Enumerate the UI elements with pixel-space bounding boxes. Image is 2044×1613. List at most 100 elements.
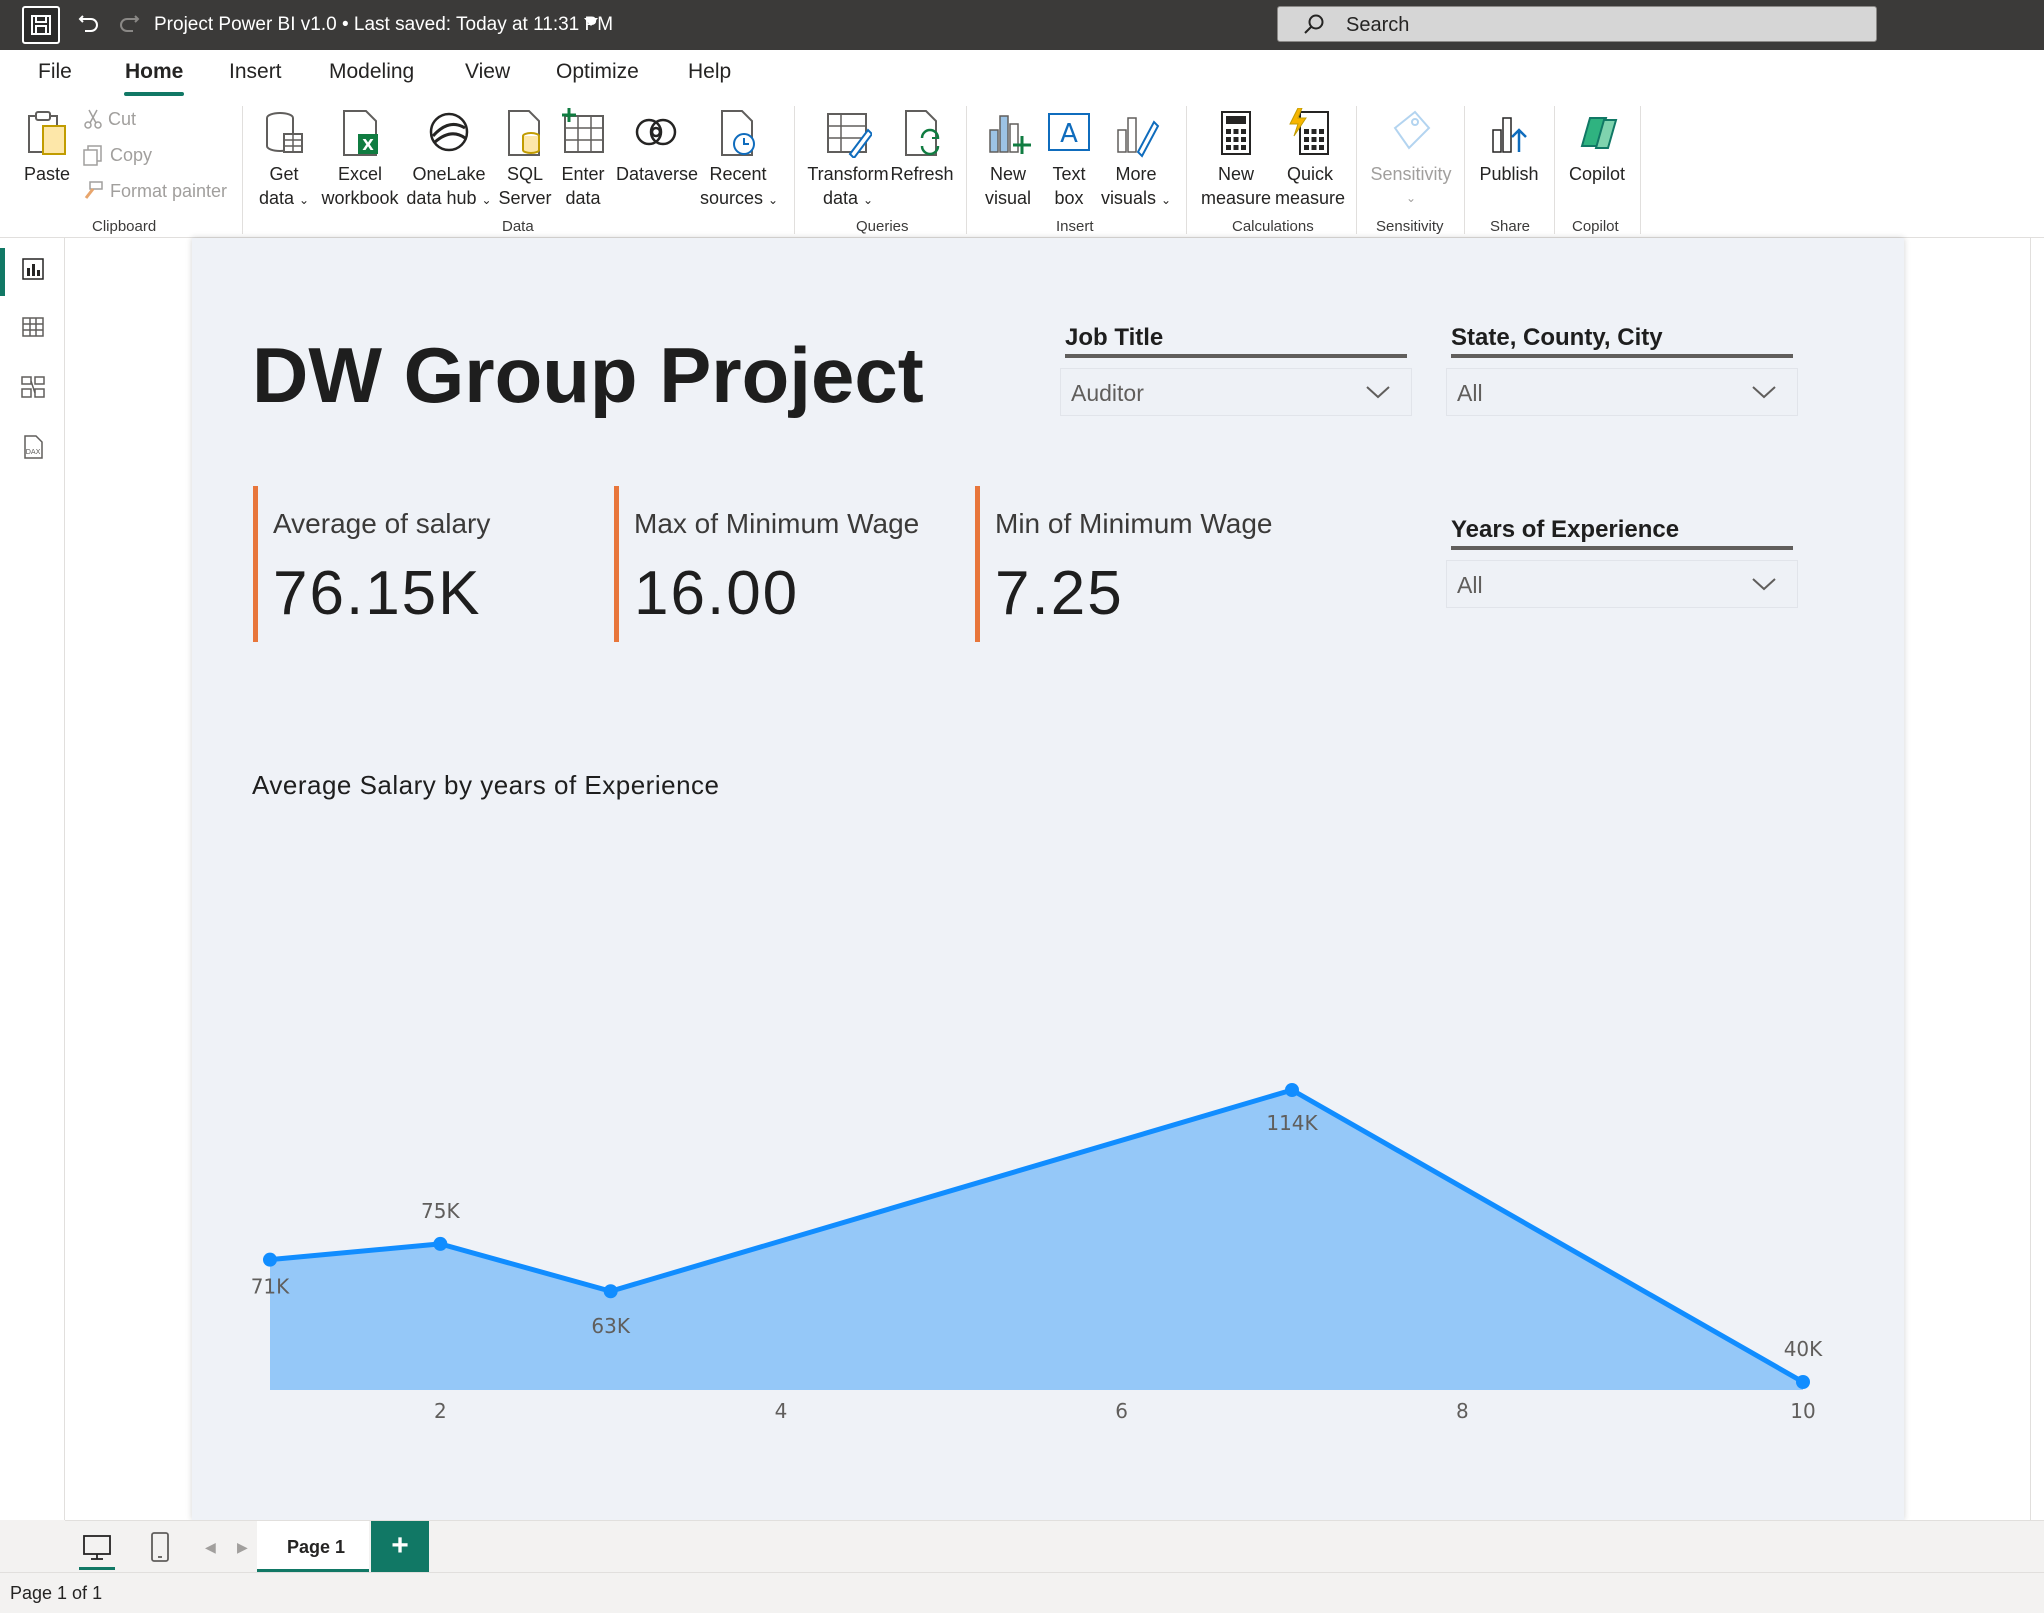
data-point[interactable]: [1796, 1375, 1810, 1389]
x-tick-label: 4: [775, 1399, 788, 1423]
copy-icon: [83, 145, 102, 166]
tab-file[interactable]: File: [38, 60, 72, 84]
tab-view[interactable]: View: [465, 60, 510, 84]
group-label-clipboard: Clipboard: [92, 218, 157, 235]
quick-measure-button[interactable]: Quick measure: [1270, 108, 1350, 210]
text-box-label-line1: Text: [1052, 164, 1086, 184]
area-chart[interactable]: 71K 75K 63K 114K 40K 2 4 6 8 10: [192, 798, 1904, 1438]
onelake-icon: [429, 112, 469, 152]
tab-help[interactable]: Help: [688, 60, 731, 84]
data-point[interactable]: [603, 1284, 618, 1299]
dataverse-button[interactable]: Dataverse: [616, 108, 698, 186]
model-view-icon[interactable]: [20, 374, 46, 400]
next-page-icon[interactable]: ▶: [237, 1539, 248, 1556]
table-view-icon[interactable]: [20, 314, 46, 340]
data-point[interactable]: [263, 1252, 277, 1267]
chevron-down-icon: [1752, 578, 1776, 591]
copilot-icon: [1580, 117, 1618, 149]
transform-data-button[interactable]: Transform data ⌄: [806, 108, 890, 212]
new-measure-label-line2: measure: [1200, 188, 1272, 208]
page-tab-label: Page 1: [287, 1537, 346, 1557]
chevron-down-icon: [1752, 386, 1776, 399]
excel-label-line1: Excel: [337, 164, 382, 184]
status-bar: Page 1 of 1: [0, 1572, 2044, 1613]
slicer-title-location: State, County, City: [1451, 324, 1663, 351]
recent-sources-icon: [721, 110, 755, 156]
data-label: 75K: [421, 1199, 460, 1223]
slicer-underline: [1065, 354, 1407, 358]
page-tab-page-1[interactable]: Page 1: [257, 1521, 369, 1573]
recent-label-line2: sources: [700, 188, 764, 208]
copilot-button[interactable]: Copilot: [1564, 108, 1630, 186]
search-icon: [1304, 14, 1324, 34]
search-box[interactable]: Search: [1277, 6, 1877, 42]
tab-modeling[interactable]: Modeling: [329, 60, 414, 84]
add-page-button[interactable]: +: [371, 1521, 429, 1573]
onelake-data-hub-button[interactable]: OneLake data hub ⌄: [404, 108, 494, 212]
recent-sources-button[interactable]: Recent sources ⌄: [700, 108, 778, 212]
more-visuals-button[interactable]: More visuals ⌄: [1100, 108, 1172, 212]
save-icon: [31, 15, 51, 35]
get-data-label-line2: data: [258, 188, 294, 208]
card-value: 7.25: [995, 559, 1124, 628]
refresh-icon: [905, 110, 940, 156]
excel-workbook-button[interactable]: X Excel workbook: [318, 108, 402, 210]
calculator-icon: [1221, 111, 1251, 155]
enter-data-label-line2: data: [565, 188, 601, 208]
group-separator: [1640, 106, 1641, 234]
kpi-card-max-minimum-wage[interactable]: Max of Minimum Wage 16.00: [614, 486, 944, 642]
data-point[interactable]: [433, 1236, 448, 1251]
data-point[interactable]: [1285, 1083, 1299, 1097]
text-box-button[interactable]: A Text box: [1044, 108, 1094, 210]
sensitivity-button[interactable]: Sensitivity ⌄: [1368, 108, 1454, 210]
tab-home[interactable]: Home: [125, 60, 183, 84]
paste-button[interactable]: Paste: [22, 108, 72, 186]
save-button[interactable]: [22, 6, 60, 44]
x-tick-label: 8: [1456, 1399, 1469, 1423]
chevron-down-icon: ⌄: [299, 193, 310, 207]
svg-text:A: A: [1060, 119, 1078, 149]
cut-button[interactable]: Cut: [84, 108, 136, 130]
format-painter-button[interactable]: Format painter: [82, 180, 227, 202]
enter-data-icon: [562, 108, 604, 153]
publish-button[interactable]: Publish: [1476, 108, 1542, 186]
copy-button[interactable]: Copy: [82, 144, 152, 166]
kpi-card-average-salary[interactable]: Average of salary 76.15K: [253, 486, 583, 642]
experience-dropdown[interactable]: All: [1446, 560, 1798, 608]
location-selected-value: All: [1457, 380, 1483, 406]
power-bi-window: Project Power BI v1.0 • Last saved: Toda…: [0, 0, 2044, 1613]
area-fill: [270, 1090, 1803, 1390]
quick-measure-label-line1: Quick: [1286, 164, 1333, 184]
copilot-label: Copilot: [1568, 164, 1626, 184]
tab-insert[interactable]: Insert: [229, 60, 282, 84]
refresh-label: Refresh: [890, 164, 954, 184]
svg-text:X: X: [362, 136, 374, 154]
group-label-copilot: Copilot: [1572, 218, 1619, 235]
title-dropdown-caret-icon[interactable]: [584, 18, 598, 26]
refresh-button[interactable]: Refresh: [890, 108, 954, 186]
previous-page-icon[interactable]: ◀: [205, 1539, 216, 1556]
menu-bar: File Home Insert Modeling View Optimize …: [0, 50, 2044, 100]
desktop-layout-icon[interactable]: [81, 1533, 113, 1563]
mobile-layout-icon[interactable]: [149, 1531, 171, 1563]
new-visual-button[interactable]: New visual: [980, 108, 1036, 210]
group-label-insert: Insert: [1056, 218, 1094, 235]
format-painter-icon: [84, 181, 103, 199]
collapsed-panes-strip[interactable]: [2030, 238, 2044, 1520]
get-data-button[interactable]: Get data ⌄: [256, 108, 312, 212]
get-data-label-line1: Get: [269, 164, 299, 184]
card-label: Max of Minimum Wage: [634, 508, 920, 539]
location-dropdown[interactable]: All: [1446, 368, 1798, 416]
kpi-card-min-minimum-wage[interactable]: Min of Minimum Wage 7.25: [975, 486, 1305, 642]
job-title-dropdown[interactable]: Auditor: [1060, 368, 1412, 416]
new-measure-button[interactable]: New measure: [1198, 108, 1274, 210]
job-title-selected-value: Auditor: [1071, 380, 1144, 406]
redo-button[interactable]: [110, 6, 148, 44]
sql-server-button[interactable]: SQL Server: [498, 108, 552, 210]
enter-data-button[interactable]: Enter data: [558, 108, 608, 210]
text-box-label-line2: box: [1054, 188, 1084, 208]
dax-query-view-icon[interactable]: DAX: [20, 434, 46, 460]
tab-optimize[interactable]: Optimize: [556, 60, 639, 84]
report-view-icon[interactable]: [20, 256, 46, 282]
undo-button[interactable]: [70, 6, 108, 44]
